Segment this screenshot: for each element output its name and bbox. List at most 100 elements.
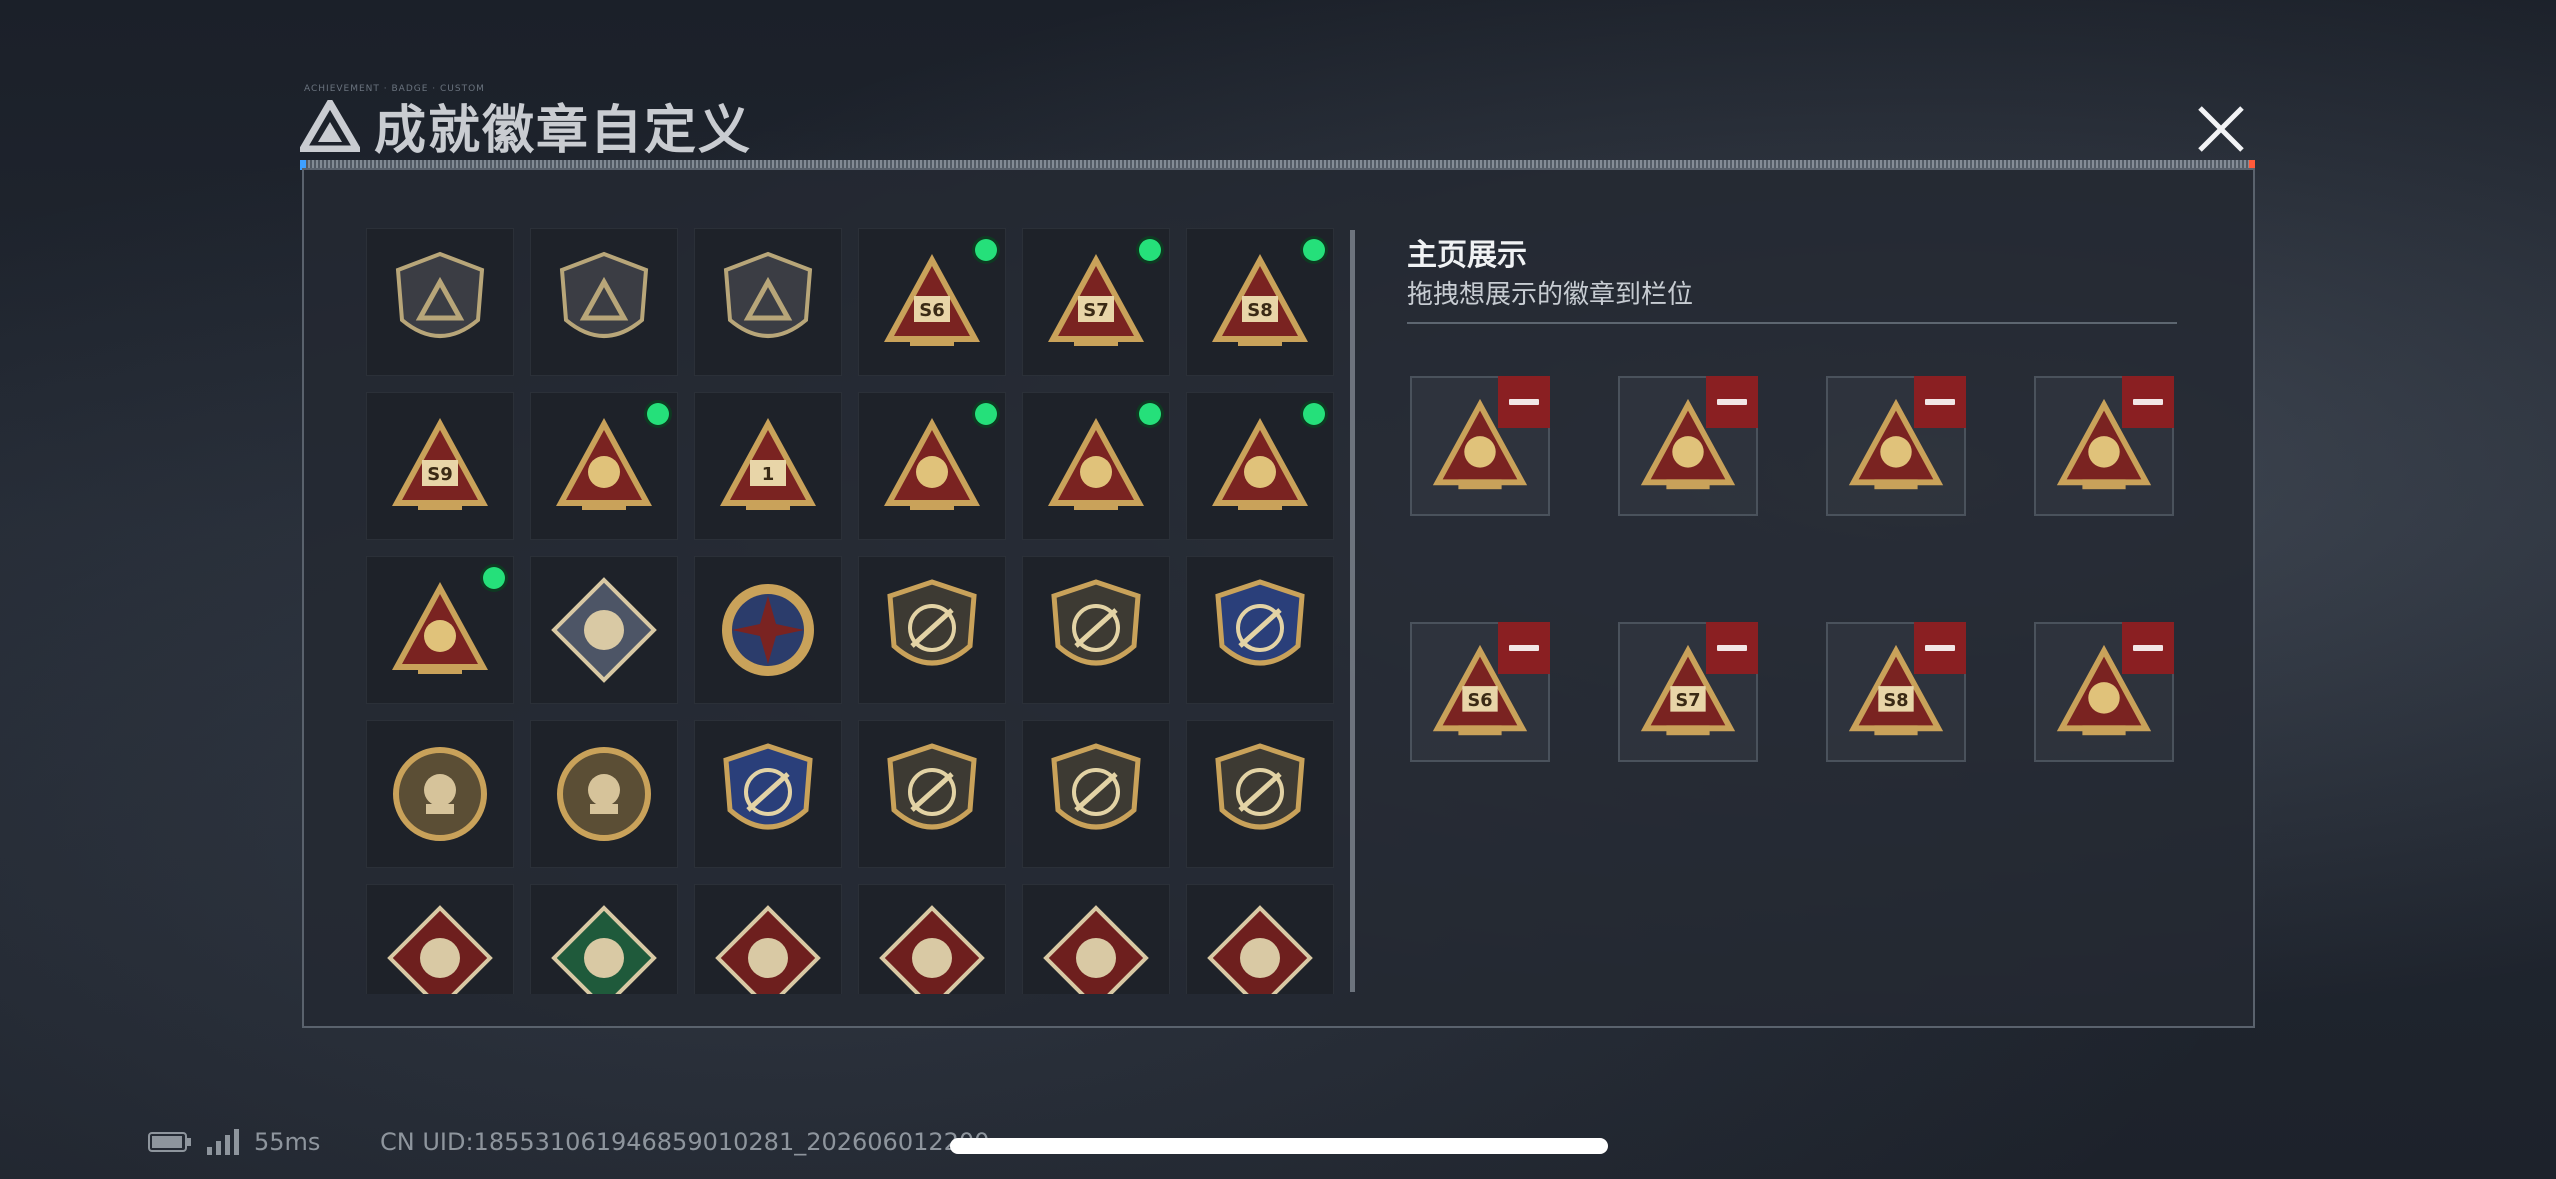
gray-triangle-shield-icon <box>384 246 496 358</box>
new-badge-indicator <box>1139 239 1161 261</box>
rifle-round-shield-badge-icon <box>1040 738 1152 850</box>
badge-cell[interactable] <box>366 556 514 704</box>
header: 成就徽章自定义 <box>300 88 752 163</box>
display-divider <box>1407 322 2177 324</box>
badge-cell[interactable]: S6 <box>858 228 1006 376</box>
display-section-hint: 拖拽想展示的徽章到栏位 <box>1407 280 1694 310</box>
gold-rifle-shield-badge-icon <box>1204 738 1316 850</box>
star-compass-badge-icon <box>712 574 824 686</box>
display-slot[interactable] <box>1410 376 1550 516</box>
remove-badge-button[interactable] <box>1914 622 1966 674</box>
close-icon[interactable] <box>2190 98 2252 160</box>
ping-text: 55ms <box>254 1128 321 1156</box>
badge-cell[interactable] <box>1186 884 1334 994</box>
s6-triangle-badge-icon: S6 <box>876 246 988 358</box>
battery-icon <box>148 1132 191 1152</box>
s9-plane-triangle-badge-icon: S9 <box>384 410 496 522</box>
blue-gem-shield-badge-icon <box>1204 574 1316 686</box>
new-badge-indicator <box>975 403 997 425</box>
badge-cell[interactable]: S9 <box>366 392 514 540</box>
badge-cell[interactable] <box>366 228 514 376</box>
badge-cell[interactable] <box>858 720 1006 868</box>
display-slot[interactable]: S6 <box>1410 622 1550 762</box>
dice-triangle-badge-icon <box>1040 410 1152 522</box>
display-slot[interactable] <box>2034 376 2174 516</box>
badge-cell[interactable] <box>858 556 1006 704</box>
remove-badge-button[interactable] <box>2122 376 2174 428</box>
badge-cell[interactable] <box>694 884 842 994</box>
badge-cell[interactable]: S8 <box>1186 228 1334 376</box>
display-slot[interactable] <box>2034 622 2174 762</box>
signal-icon <box>207 1129 239 1155</box>
rifle-shield-badge-icon <box>876 738 988 850</box>
svg-text:S7: S7 <box>1083 300 1109 321</box>
badge-grid[interactable]: S6 S7 S8 S9 1 <box>366 228 1346 994</box>
page-title: 成就徽章自定义 <box>374 101 753 161</box>
home-indicator[interactable] <box>950 1138 1608 1154</box>
dagger-shield-icon <box>712 246 824 358</box>
rocket-triangle-badge-icon <box>384 574 496 686</box>
badge-cell[interactable] <box>530 392 678 540</box>
badge-cell[interactable] <box>694 228 842 376</box>
new-badge-indicator <box>1139 403 1161 425</box>
display-slot[interactable] <box>1826 376 1966 516</box>
badge-cell[interactable] <box>1186 392 1334 540</box>
usb-triangle-badge-icon <box>876 410 988 522</box>
status-bar: 55ms <box>148 1128 320 1156</box>
s7-triangle-badge-icon: S7 <box>1040 246 1152 358</box>
remove-badge-button[interactable] <box>1498 376 1550 428</box>
svg-text:1: 1 <box>762 464 775 485</box>
badge-cell[interactable] <box>1022 392 1170 540</box>
badge-cell[interactable] <box>1186 720 1334 868</box>
badge-cell[interactable] <box>1022 556 1170 704</box>
badge-cell[interactable] <box>1022 884 1170 994</box>
remove-badge-button[interactable] <box>1706 376 1758 428</box>
helicopter-shield-icon <box>548 246 660 358</box>
badge-cell[interactable] <box>858 884 1006 994</box>
s8-triangle-badge-icon: S8 <box>1204 246 1316 358</box>
badge-cell[interactable] <box>530 556 678 704</box>
dragon-diamond-badge-icon <box>712 902 824 994</box>
display-slot[interactable]: S8 <box>1826 622 1966 762</box>
badge-cell[interactable] <box>1186 556 1334 704</box>
badge-cell[interactable] <box>1022 720 1170 868</box>
new-badge-indicator <box>483 567 505 589</box>
badge-cell[interactable]: 1 <box>694 392 842 540</box>
badge-cell[interactable]: S7 <box>1022 228 1170 376</box>
badge-cell[interactable] <box>366 720 514 868</box>
blue-sniper-shield-badge-icon <box>712 738 824 850</box>
badge-cell[interactable] <box>366 884 514 994</box>
svg-text:S8: S8 <box>1247 300 1273 321</box>
badge-cell[interactable] <box>530 228 678 376</box>
crosshair-skull-round-badge-icon <box>548 738 660 850</box>
wolf-diamond-badge-icon <box>384 902 496 994</box>
number-one-triangle-badge-icon: 1 <box>712 410 824 522</box>
remove-badge-button[interactable] <box>1914 376 1966 428</box>
badge-cell[interactable] <box>858 392 1006 540</box>
remove-badge-button[interactable] <box>1706 622 1758 674</box>
remove-badge-button[interactable] <box>1498 622 1550 674</box>
badge-cell[interactable] <box>530 720 678 868</box>
dragon-red-diamond-badge-icon <box>876 902 988 994</box>
delta-logo-icon <box>300 99 360 152</box>
remove-badge-button[interactable] <box>2122 622 2174 674</box>
svg-text:S7: S7 <box>1675 691 1700 711</box>
svg-text:S6: S6 <box>1467 691 1492 711</box>
display-slot[interactable]: S7 <box>1618 622 1758 762</box>
svg-text:S8: S8 <box>1883 691 1908 711</box>
display-slot[interactable] <box>1618 376 1758 516</box>
new-badge-indicator <box>647 403 669 425</box>
svg-text:S9: S9 <box>427 464 453 485</box>
laurel-shield-badge-icon <box>1040 574 1152 686</box>
horse-diamond-badge-icon <box>1204 902 1316 994</box>
uid-text: CN UID:1855310619468590102​81_2026060122… <box>380 1128 990 1156</box>
new-badge-indicator <box>1303 239 1325 261</box>
new-badge-indicator <box>1303 403 1325 425</box>
skull-round-badge-icon <box>384 738 496 850</box>
grid-scrollbar[interactable] <box>1350 230 1355 992</box>
badge-cell[interactable] <box>694 720 842 868</box>
badge-cell[interactable] <box>530 884 678 994</box>
badge-cell[interactable] <box>694 556 842 704</box>
runner-diamond-badge-icon <box>1040 902 1152 994</box>
green-eagle-diamond-badge-icon <box>548 902 660 994</box>
